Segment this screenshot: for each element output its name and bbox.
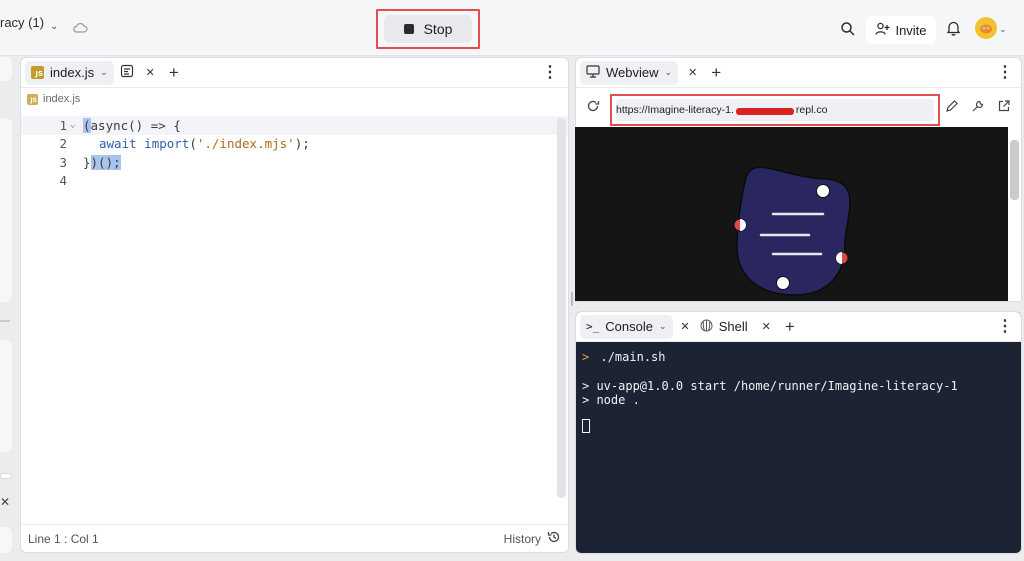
terminal-cursor: [582, 418, 590, 433]
code-area[interactable]: 1 ⌄ (async() => { 2 await import('./inde…: [21, 116, 568, 190]
console-line: > uv-app@1.0.0 start /home/runner/Imagin…: [582, 378, 958, 393]
code-token: (: [189, 136, 197, 152]
code-token: (: [83, 117, 91, 133]
editor-tab-bar: JS index.js ⌄ ✕ + ⋮: [21, 58, 568, 88]
search-icon[interactable]: [840, 21, 856, 40]
app-logo-blob: [733, 166, 851, 296]
code-token: await: [99, 136, 137, 152]
open-new-tab-icon[interactable]: [997, 99, 1011, 116]
cloud-icon: [72, 22, 88, 37]
status-bar: Line 1 : Col 1 History: [21, 524, 568, 552]
sidebar-edge: [0, 57, 12, 81]
code-token: './index.mjs': [196, 136, 295, 152]
console-line: > ./main.sh: [582, 350, 1015, 365]
console-panel: >_ Console ⌄ ✕ Shell ✕ + ⋮ > ./main.sh >…: [575, 311, 1022, 554]
code-line[interactable]: 1 ⌄ (async() => {: [21, 116, 568, 135]
tab-label: index.js: [50, 65, 95, 80]
console-line: > node .: [582, 393, 640, 407]
add-tab-icon[interactable]: +: [785, 317, 795, 337]
terminal-icon: >_: [586, 320, 600, 333]
code-line[interactable]: 3 })();: [21, 153, 568, 172]
invite-label: Invite: [895, 22, 927, 38]
chevron-down-icon[interactable]: ⌄: [999, 24, 1007, 35]
chevron-down-icon[interactable]: ⌄: [659, 321, 667, 332]
editor-panel: JS index.js ⌄ ✕ + ⋮ JS index.js 1 ⌄ (asy…: [20, 57, 569, 553]
sidebar-edge: [0, 473, 12, 479]
close-tab-icon[interactable]: ✕: [688, 66, 697, 79]
code-token: );: [294, 136, 310, 152]
fold-chevron-icon[interactable]: ⌄: [67, 120, 83, 130]
code-line[interactable]: 2 await import('./index.mjs');: [21, 135, 568, 154]
console-output[interactable]: > ./main.sh > uv-app@1.0.0 start /home/r…: [576, 342, 1021, 442]
chevron-down-icon[interactable]: ⌄: [665, 67, 673, 78]
code-line[interactable]: 4: [21, 172, 568, 191]
code-token: import: [144, 136, 190, 152]
add-user-icon: [875, 22, 890, 39]
bell-icon[interactable]: [946, 20, 961, 39]
tab-label: Shell: [718, 319, 748, 334]
splitter-handle[interactable]: [571, 292, 573, 306]
breadcrumb: JS index.js: [21, 88, 568, 110]
sidebar-edge: [0, 527, 12, 553]
history-label: History: [503, 531, 541, 546]
scrollbar[interactable]: [1010, 140, 1019, 200]
avatar[interactable]: [975, 17, 997, 39]
breadcrumb-file[interactable]: index.js: [43, 93, 80, 105]
console-text: ./main.sh: [600, 350, 666, 364]
add-tab-icon[interactable]: +: [169, 63, 179, 83]
tab-label: Webview: [606, 65, 659, 80]
code-token: )();: [90, 154, 121, 170]
tab-console[interactable]: >_ Console ⌄: [580, 314, 673, 339]
line-number: 2: [59, 136, 67, 152]
chevron-down-icon[interactable]: ⌄: [50, 21, 58, 32]
refresh-icon[interactable]: [586, 99, 600, 116]
console-tab-bar: >_ Console ⌄ ✕ Shell ✕ + ⋮: [576, 312, 1021, 342]
tab-shell[interactable]: Shell: [694, 315, 754, 339]
tab-webview[interactable]: Webview ⌄: [580, 60, 679, 85]
edit-icon[interactable]: [945, 99, 959, 116]
stop-button[interactable]: Stop: [384, 15, 472, 43]
shell-icon: [700, 318, 713, 335]
cursor-position: Line 1 : Col 1: [28, 531, 99, 546]
code-token: async() => {: [90, 117, 181, 133]
history-icon: [547, 530, 561, 547]
invite-button[interactable]: Invite: [866, 16, 936, 44]
outline-icon[interactable]: [120, 64, 134, 81]
code-token: }: [83, 154, 91, 170]
line-number: 3: [59, 154, 67, 170]
chevron-down-icon[interactable]: ⌄: [100, 67, 108, 78]
devtools-icon[interactable]: [971, 99, 985, 116]
add-tab-icon[interactable]: +: [711, 63, 721, 83]
close-tab-icon[interactable]: ✕: [146, 66, 155, 79]
stop-icon: [403, 24, 414, 34]
close-icon[interactable]: ✕: [0, 495, 10, 509]
repl-title[interactable]: racy (1): [0, 15, 44, 30]
more-options-icon[interactable]: ⋮: [997, 64, 1013, 81]
monitor-icon: [586, 64, 600, 81]
tab-label: Console: [605, 319, 653, 334]
webview-preview[interactable]: [575, 127, 1008, 301]
line-number: 1: [59, 117, 67, 133]
js-file-icon: JS: [27, 93, 38, 105]
run-prompt: >: [582, 350, 590, 364]
scrollbar[interactable]: [557, 118, 566, 498]
js-file-icon: JS: [31, 66, 44, 79]
webview-tab-bar: Webview ⌄ ✕ + ⋮: [576, 58, 1021, 88]
history-button[interactable]: History: [504, 530, 561, 547]
stop-label: Stop: [423, 21, 453, 37]
close-tab-icon[interactable]: ✕: [681, 320, 690, 333]
sidebar-edge: [0, 340, 12, 452]
more-options-icon[interactable]: ⋮: [997, 318, 1013, 335]
more-options-icon[interactable]: ⋮: [542, 64, 558, 81]
divider: [0, 320, 10, 322]
url-highlight-box: [610, 94, 940, 126]
sidebar-edge: [0, 118, 12, 302]
close-tab-icon[interactable]: ✕: [762, 320, 771, 333]
line-number: 4: [59, 173, 67, 189]
tab-index-js[interactable]: JS index.js ⌄: [25, 60, 114, 85]
